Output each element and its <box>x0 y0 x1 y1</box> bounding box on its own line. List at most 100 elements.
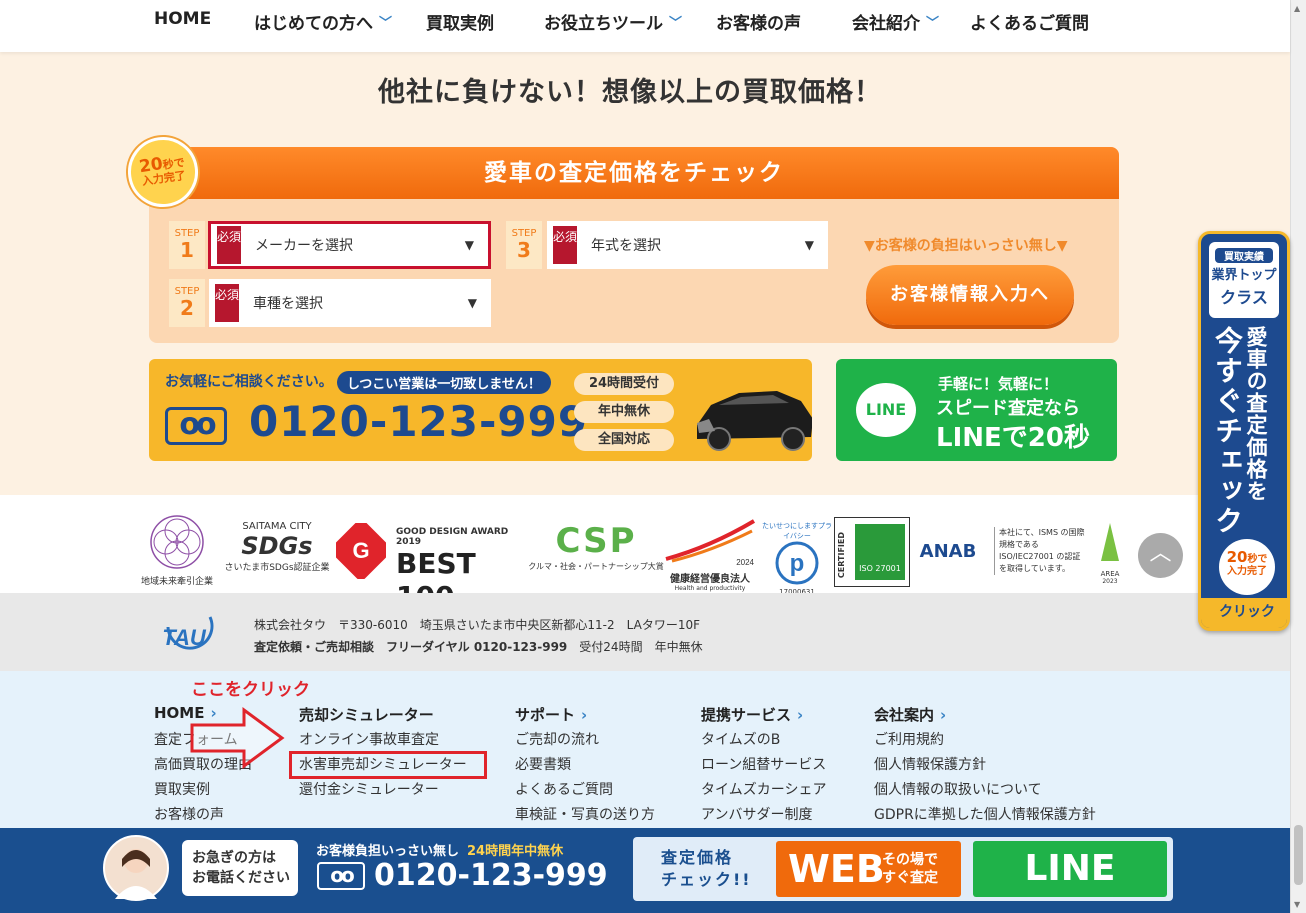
regional-future-cert: 地域未来牽引企業 <box>134 513 220 587</box>
sticky-contact-bar: お急ぎの方は お電話ください お客様負担いっさい無し 24時間年中無休 oo 01… <box>0 828 1290 913</box>
chevron-right-icon: › <box>940 706 947 724</box>
model-select[interactable]: 必須 車種を選択 ▼ <box>209 279 491 327</box>
company-address: 株式会社タウ 〒330-6010 埼玉県さいたま市中央区新都心11-2 LAタワ… <box>254 618 700 632</box>
footer-link[interactable]: 必要書類 <box>515 753 655 778</box>
footer-head-label: サポート <box>515 706 576 724</box>
scroll-down-arrow-icon[interactable]: ▼ <box>1294 900 1300 909</box>
footer-link[interactable]: 買取実例 <box>154 778 252 803</box>
top-class-badge: 買取実績 業界トップ クラス <box>1209 242 1279 318</box>
chevron-down-icon: ﹀ <box>379 16 393 31</box>
nav-company[interactable]: 会社紹介 ﹀ <box>852 9 939 34</box>
sticky-phone-number[interactable]: 0120-123-999 <box>374 858 608 893</box>
tag-nationwide: 全国対応 <box>574 429 674 451</box>
footer-head-company[interactable]: 会社案内 › <box>874 704 1096 728</box>
nav-examples[interactable]: 買取実例 <box>426 9 494 34</box>
footer-link[interactable]: アンバサダー制度 <box>701 803 826 828</box>
side-vertical-text-2: 今すぐチェック <box>1211 326 1244 536</box>
no-cost-notice: ▼お客様の負担はいっさい無し▼ <box>864 238 1068 254</box>
step-label: STEP <box>174 286 200 297</box>
dropdown-triangle-icon: ▼ <box>804 238 814 252</box>
line-banner[interactable]: LINE 手軽に！気軽に！ スピード査定なら LINEで20秒 <box>836 359 1117 461</box>
footer-link[interactable]: 車検証・写真の送り方 <box>515 803 655 828</box>
sticky-lead-text: お客様負担いっさい無し <box>316 844 460 859</box>
price-check-line-2: チェック!! <box>661 870 752 889</box>
line-banner-text-3: LINEで20秒 <box>936 423 1090 453</box>
nav-voices[interactable]: お客様の声 <box>716 9 801 34</box>
chevron-down-icon: ﹀ <box>926 16 940 31</box>
footer-link[interactable]: よくあるご質問 <box>515 778 655 803</box>
customer-info-button[interactable]: お客様情報入力へ <box>866 265 1074 325</box>
badge-unit: 秒で <box>1247 554 1268 565</box>
isms-note: 本社にて、ISMS の国際規格である ISO/IEC27001 の認証を取得して… <box>994 527 1086 575</box>
saitama-sdgs-cert: SAITAMA CITY SDGs さいたま市SDGs認証企業 <box>222 521 332 573</box>
svg-text:p: p <box>790 550 805 577</box>
footer-link[interactable]: ご利用規約 <box>874 728 1096 753</box>
company-hours: 受付24時間 年中無休 <box>579 640 703 654</box>
nav-beginners[interactable]: はじめての方へ ﹀ <box>254 9 392 34</box>
web-appraisal-button[interactable]: WEB その場で すぐ査定 <box>776 841 961 897</box>
year-select[interactable]: 必須 年式を選択 ▼ <box>547 221 828 269</box>
health-swoosh-icon: 2024 <box>665 519 756 567</box>
scroll-to-top-button[interactable]: ︿ <box>1138 533 1183 578</box>
maker-select[interactable]: 必須 メーカーを選択 ▼ <box>208 221 491 269</box>
page-scrollbar[interactable]: ▲ ▼ <box>1290 0 1306 913</box>
footer-link[interactable]: ご売却の流れ <box>515 728 655 753</box>
phone-number[interactable]: 0120-123-999 <box>249 397 588 446</box>
nav-beginners-label: はじめての方へ <box>254 14 373 34</box>
dropdown-triangle-icon: ▼ <box>467 296 477 310</box>
saitama-sdgs-label: さいたま市SDGs認証企業 <box>224 563 330 573</box>
sdgs-text: SDGs <box>241 532 313 560</box>
footer-col-support: サポート › ご売却の流れ 必要書類 よくあるご質問 車検証・写真の送り方 <box>515 704 655 828</box>
main-section: 他社に負けない！想像以上の買取価格！ 愛車の査定価格をチェック STEP 1 必… <box>0 52 1290 495</box>
footer-col-company: 会社案内 › ご利用規約 個人情報保護方針 個人情報の取扱いについて GDPRに準… <box>874 704 1096 828</box>
good-design-title: GOOD DESIGN AWARD 2019 <box>396 527 509 547</box>
badge-bottom-text: 入力完了 <box>1227 566 1267 577</box>
scrollbar-thumb[interactable] <box>1294 825 1303 885</box>
csp-award: CSP クルマ・社会・パートナーシップ大賞 <box>526 521 666 572</box>
footer-link[interactable]: 還付金シミュレーター <box>299 778 467 803</box>
footer-link[interactable]: オンライン事故車査定 <box>299 728 467 753</box>
red-arrow-icon <box>190 707 285 769</box>
privacy-arc-text: たいせつにしますプライバシー <box>762 522 832 540</box>
scroll-up-arrow-icon[interactable]: ▲ <box>1294 4 1300 13</box>
chevron-up-icon: ︿ <box>1149 541 1172 566</box>
phone-banner[interactable]: お気軽にご相談ください。 しつこい営業は一切致しません！ oo 0120-123… <box>149 359 812 461</box>
footer-link[interactable]: タイムズのB <box>701 728 826 753</box>
company-freedial: 査定依頼・ご売却相談 フリーダイヤル 0120-123-999 <box>254 640 568 654</box>
footer-link[interactable]: お客様の声 <box>154 803 252 828</box>
required-badge: 必須 <box>215 284 239 322</box>
footer-link[interactable]: GDPRに準拠した個人情報保護方針 <box>874 803 1096 828</box>
iso-27001-cert: CERTIFIED ISO 27001 <box>834 517 910 587</box>
footer-col-partners: 提携サービス › タイムズのB ローン組替サービス タイムズカーシェア アンバサダ… <box>701 704 826 828</box>
good-design-icon: G <box>330 519 392 581</box>
footer-head-simulator[interactable]: 売却シミュレーター <box>299 704 467 728</box>
anab-text: ANAB <box>919 541 977 562</box>
web-sub-line-2: すぐ査定 <box>882 870 938 886</box>
nav-faq[interactable]: よくあるご質問 <box>970 9 1089 34</box>
area-year: 2023 <box>1102 578 1118 585</box>
footer-link[interactable]: ローン組替サービス <box>701 753 826 778</box>
step-number: 2 <box>180 296 194 320</box>
area-label: AREA <box>1100 570 1120 578</box>
tag-year-round: 年中無休 <box>574 401 674 423</box>
free-dial-icon: oo <box>165 407 227 445</box>
footer-head-partners[interactable]: 提携サービス › <box>701 704 826 728</box>
bubble-line-2: お電話ください <box>192 870 290 886</box>
footer-link[interactable]: 個人情報保護方針 <box>874 753 1096 778</box>
iso-text: ISO 27001 <box>855 524 905 580</box>
badge-number: 20 <box>1226 548 1248 566</box>
chevron-right-icon: › <box>581 706 588 724</box>
nav-home[interactable]: HOME <box>154 9 211 29</box>
nav-tools[interactable]: お役立ちツール ﹀ <box>544 9 682 34</box>
health-year: 2024 <box>736 558 754 567</box>
line-button[interactable]: LINE <box>973 841 1167 897</box>
footer-head-support[interactable]: サポート › <box>515 704 655 728</box>
privacy-mark-icon: p <box>775 541 819 585</box>
top-class-line-1: 業界トップ <box>1211 268 1277 283</box>
footer-link[interactable]: 個人情報の取扱いについて <box>874 778 1096 803</box>
nav-voices-label: お客様の声 <box>716 14 801 34</box>
footer-link[interactable]: タイムズカーシェア <box>701 778 826 803</box>
side-appraisal-banner[interactable]: 買取実績 業界トップ クラス 愛車の査定価格を 今すぐチェック 20秒で 入力完… <box>1198 231 1290 631</box>
top-class-line-2: クラス <box>1220 288 1268 307</box>
appraisal-form-title: 愛車の査定価格をチェック <box>149 147 1119 199</box>
